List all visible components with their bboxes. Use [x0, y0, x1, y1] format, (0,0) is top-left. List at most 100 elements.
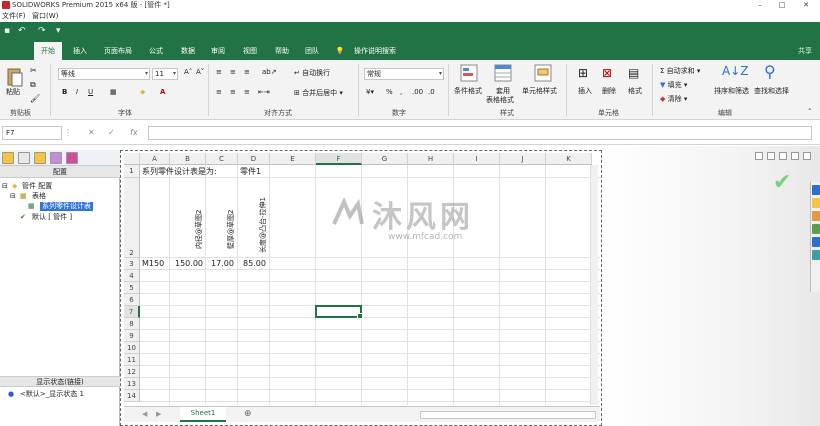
wrap-text-button[interactable]: ↵ 自动换行 — [294, 68, 330, 78]
task-pane-appearance-icon[interactable] — [812, 237, 820, 247]
save-icon[interactable]: ▪ — [4, 26, 10, 36]
cell-d1[interactable]: 零件1 — [240, 166, 261, 177]
row-header[interactable]: 7 — [124, 306, 140, 318]
close-icon[interactable]: ✕ — [798, 0, 814, 10]
cell-styles-button[interactable]: 单元格样式 — [522, 86, 557, 96]
cell-a1[interactable]: 系列零件设计表是为: — [142, 166, 217, 177]
insert-cells-button[interactable]: 插入 — [578, 86, 592, 96]
column-header[interactable]: D — [238, 153, 270, 165]
row-header[interactable]: 13 — [124, 378, 140, 390]
tree-item-tables[interactable]: 表格 — [32, 192, 46, 201]
delete-cells-icon[interactable]: ⊠ — [602, 66, 612, 80]
menu-file[interactable]: 文件(F) — [2, 11, 26, 22]
conditional-format-button[interactable]: 条件格式 — [454, 86, 482, 96]
align-top-icon[interactable]: ≡ — [216, 68, 222, 76]
font-name-combo[interactable]: 等线 ▾ — [58, 68, 150, 80]
format-painter-icon[interactable]: 🖌 — [30, 94, 40, 103]
align-right-icon[interactable]: ≡ — [244, 88, 250, 96]
orientation-icon[interactable]: ab↗ — [262, 68, 277, 76]
chevron-down-icon[interactable]: ⋮ — [64, 126, 72, 140]
tab-team[interactable]: 团队 — [298, 42, 326, 60]
tab-help[interactable]: 帮助 — [268, 42, 296, 60]
cell-d3[interactable]: 85.00 — [243, 259, 266, 268]
align-middle-icon[interactable]: ≡ — [230, 68, 236, 76]
column-header[interactable]: I — [454, 153, 500, 165]
task-pane-library-icon[interactable] — [812, 198, 820, 208]
cut-icon[interactable]: ✂ — [30, 66, 37, 75]
enter-icon[interactable]: ✓ — [108, 126, 115, 140]
sort-filter-icon[interactable]: A↓Z — [722, 64, 748, 78]
undo-icon[interactable]: ↶ — [18, 26, 26, 36]
column-header[interactable]: E — [270, 153, 316, 165]
display-state-item[interactable]: <默认>_显示状态 1 — [20, 390, 84, 399]
number-format-combo[interactable]: 常规 ▾ — [364, 68, 444, 80]
tree-item-default[interactable]: 默认 [ 管件 ] — [32, 213, 72, 222]
cell-c2[interactable]: 壁厚@草图2 — [226, 210, 236, 249]
delete-cells-button[interactable]: 删除 — [602, 86, 616, 96]
confirmation-check-icon[interactable]: ✔ — [773, 170, 791, 195]
tree-expand-icon[interactable]: ⊟ — [2, 182, 8, 191]
column-header[interactable]: F — [316, 153, 362, 165]
increase-decimal-icon[interactable]: .00 — [412, 88, 423, 96]
graphics-viewport[interactable]: ✔ — [603, 146, 820, 426]
tree-item-design-table[interactable]: 系列零件设计表 — [40, 202, 93, 211]
row-header[interactable]: 14 — [124, 390, 140, 402]
cell-styles-icon[interactable] — [534, 64, 552, 82]
cell-b2[interactable]: 内径@草图2 — [194, 210, 204, 249]
format-as-table-icon[interactable] — [494, 64, 512, 82]
insert-cells-icon[interactable]: ⊞ — [578, 66, 588, 80]
task-pane-resources-icon[interactable] — [812, 185, 820, 195]
tab-view[interactable]: 视图 — [236, 42, 264, 60]
currency-icon[interactable]: ¥▾ — [366, 88, 374, 96]
configuration-manager-icon[interactable] — [34, 152, 46, 164]
align-center-icon[interactable]: ≡ — [230, 88, 236, 96]
tree-expand-icon[interactable]: ⊟ — [10, 192, 16, 201]
viewport-icon[interactable] — [755, 152, 763, 160]
search-icon[interactable]: ⚲ — [764, 62, 776, 81]
customize-qat-icon[interactable]: ▾ — [56, 26, 61, 36]
copy-icon[interactable]: ⧉ — [30, 80, 36, 90]
tell-me-search[interactable]: 操作说明搜索 — [348, 42, 402, 60]
active-cell-f7[interactable] — [315, 305, 363, 319]
tab-home[interactable]: 开始 — [34, 42, 62, 60]
maximize-icon[interactable]: □ — [774, 0, 790, 10]
next-sheet-icon[interactable]: ▶ — [156, 410, 161, 418]
collapse-ribbon-icon[interactable]: ˄ — [808, 108, 812, 116]
cell-a3[interactable]: M150 — [142, 259, 164, 268]
cell-b3[interactable]: 150.00 — [175, 259, 203, 268]
percent-icon[interactable]: % — [386, 88, 393, 96]
paste-icon[interactable] — [6, 66, 24, 88]
viewport-icon[interactable] — [803, 152, 811, 160]
paste-button[interactable]: 粘贴 — [6, 87, 20, 97]
row-header[interactable]: 4 — [124, 270, 140, 282]
column-header[interactable]: B — [170, 153, 206, 165]
decrease-decimal-icon[interactable]: .0 — [428, 88, 435, 96]
tab-insert[interactable]: 插入 — [66, 42, 94, 60]
viewport-icon[interactable] — [779, 152, 787, 160]
task-pane-explorer-icon[interactable] — [812, 211, 820, 221]
indent-icon[interactable]: ⇤⇥ — [258, 88, 270, 96]
name-box[interactable]: F7 — [2, 126, 62, 140]
column-header[interactable]: C — [206, 153, 238, 165]
formula-input[interactable] — [148, 126, 812, 140]
format-cells-button[interactable]: 格式 — [628, 86, 642, 96]
row-header[interactable]: 9 — [124, 330, 140, 342]
conditional-format-icon[interactable] — [460, 64, 478, 82]
bold-button[interactable]: B — [62, 88, 67, 96]
tab-review[interactable]: 审阅 — [204, 42, 232, 60]
minimize-icon[interactable]: – — [752, 0, 768, 10]
grow-font-icon[interactable]: A˄ — [184, 68, 192, 76]
font-color-icon[interactable]: A — [160, 88, 165, 96]
share-button[interactable]: 共享 — [798, 42, 812, 60]
row-header[interactable]: 1 — [124, 165, 140, 178]
autosum-button[interactable]: Σ 自动求和 ▾ — [660, 66, 700, 76]
column-header[interactable]: K — [546, 153, 592, 165]
underline-button[interactable]: U — [88, 88, 93, 96]
tab-data[interactable]: 数据 — [174, 42, 202, 60]
cell-c3[interactable]: 17.00 — [211, 259, 234, 268]
format-cells-icon[interactable]: ▤ — [628, 66, 639, 80]
row-header[interactable]: 6 — [124, 294, 140, 306]
row-header[interactable]: 3 — [124, 258, 140, 270]
comma-icon[interactable]: , — [400, 88, 402, 96]
clear-button[interactable]: ◆ 清除 ▾ — [660, 94, 687, 104]
